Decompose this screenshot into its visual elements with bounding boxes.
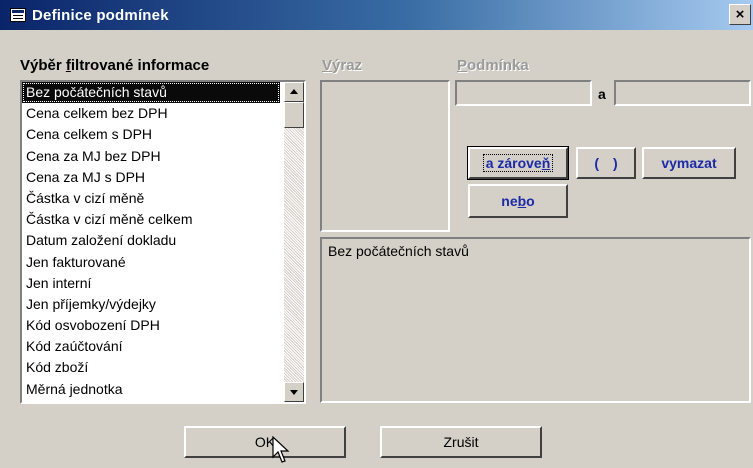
list-item[interactable]: Jen interní	[22, 273, 280, 294]
list-item[interactable]: Částka v cizí měně celkem	[22, 209, 280, 230]
scroll-down-button[interactable]	[284, 382, 304, 402]
podminka-to-field	[614, 80, 751, 106]
list-item[interactable]: Kód zboží	[22, 357, 280, 378]
a-zaroven-button[interactable]: a zároveň	[467, 146, 569, 180]
form-icon	[10, 8, 26, 22]
list-item[interactable]: Jen fakturované	[22, 252, 280, 273]
list-item[interactable]: Kód osvobození DPH	[22, 315, 280, 336]
vyraz-field	[320, 80, 450, 232]
arrow-up-icon	[290, 89, 298, 94]
vyraz-label: Výraz	[322, 57, 363, 74]
condition-result-area: Bez počátečních stavů	[320, 237, 751, 403]
scroll-thumb[interactable]	[284, 102, 304, 128]
ok-button[interactable]: OK	[184, 426, 346, 458]
list-item[interactable]: Jen příjemky/výdejky	[22, 294, 280, 315]
parentheses-button[interactable]: ()	[576, 147, 636, 179]
definice-podminek-dialog: Definice podmínek × Výběr filtrované inf…	[0, 0, 753, 468]
list-item[interactable]: Cena celkem s DPH	[22, 124, 280, 145]
scroll-up-button[interactable]	[284, 82, 304, 102]
list-item[interactable]: Cena za MJ bez DPH	[22, 146, 280, 167]
list-scrollbar[interactable]	[284, 82, 304, 402]
podminka-from-field	[455, 80, 592, 106]
list-item[interactable]: Částka v cizí měně	[22, 188, 280, 209]
close-icon: ×	[735, 6, 745, 23]
list-item[interactable]: Cena za MJ s DPH	[22, 167, 280, 188]
list-item[interactable]: Bez počátečních stavů	[22, 82, 280, 104]
filter-listbox[interactable]: Bez počátečních stavů Cena celkem bez DPH…	[20, 80, 306, 404]
nebo-button[interactable]: ne b o	[468, 184, 568, 218]
list-item[interactable]: Kód zaúčtování	[22, 336, 280, 357]
vymazat-button[interactable]: vymazat	[642, 147, 736, 179]
filter-list-items: Bez počátečních stavů Cena celkem bez DPH…	[22, 82, 280, 403]
title-bar[interactable]: Definice podmínek ×	[0, 0, 753, 30]
arrow-down-icon	[290, 390, 298, 395]
filter-list-label: Výběr filtrované informace	[20, 57, 210, 74]
podminka-and-label: a	[598, 86, 606, 102]
window-title: Definice podmínek	[32, 6, 169, 24]
cancel-button[interactable]: Zrušit	[380, 426, 542, 458]
list-item[interactable]: Cena celkem bez DPH	[22, 103, 280, 124]
list-item[interactable]: Měrná jednotka	[22, 379, 280, 400]
close-button[interactable]: ×	[729, 4, 751, 25]
condition-result-text: Bez počátečních stavů	[328, 243, 469, 259]
list-item[interactable]: Datum založení dokladu	[22, 230, 280, 251]
podminka-label: Podmínka	[457, 57, 529, 74]
list-item[interactable]: Množství MJ	[22, 400, 280, 403]
